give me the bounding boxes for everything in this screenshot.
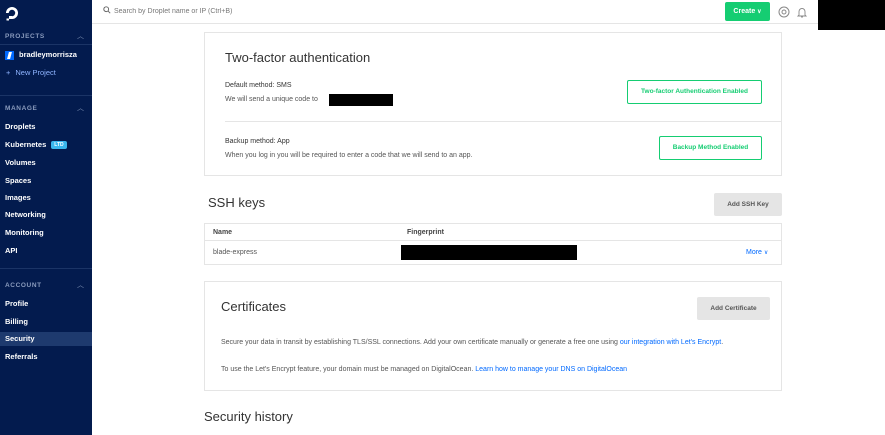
lets-encrypt-link[interactable]: our integration with Let's Encrypt [620,339,721,346]
notification-bell-icon[interactable] [796,6,808,18]
redacted-phone [329,94,393,106]
create-button[interactable]: Create ∨ [725,2,770,21]
ssh-key-name: blade-express [213,249,257,256]
divider [0,268,92,269]
sidebar-project-item[interactable]: bradleymorrisza [0,48,92,62]
sidebar-item-spaces[interactable]: Spaces [0,174,92,188]
default-method-description: We will send a unique code to [225,96,318,103]
redacted-fingerprint [401,245,577,260]
ltd-badge: LTD [51,141,67,149]
digitalocean-logo-icon[interactable] [4,5,20,21]
search-icon [103,6,111,14]
more-menu-button[interactable]: More ∨ [746,249,768,256]
plus-icon: + [6,68,11,77]
help-icon[interactable] [778,6,790,18]
sidebar-item-profile[interactable]: Profile [0,297,92,311]
new-project-label: New Project [15,68,56,77]
sidebar-item-security[interactable]: Security [0,332,92,346]
certificates-note: To use the Let's Encrypt feature, your d… [221,366,627,373]
sidebar-item-label: Kubernetes [5,140,47,149]
chevron-down-icon: ∨ [763,250,769,256]
manage-dns-link[interactable]: Learn how to manage your DNS on DigitalO… [475,366,627,373]
more-label: More [746,249,762,256]
certificates-card: Certificates Add Certificate Secure your… [204,281,782,391]
column-header-name: Name [213,229,233,236]
divider [0,44,92,45]
ssh-keys-table: Name Fingerprint blade-express More ∨ [204,223,782,265]
certificates-note-text: To use the Let's Encrypt feature, your d… [221,366,476,373]
sidebar-item-referrals[interactable]: Referrals [0,350,92,364]
manage-section-label: MANAGE [5,105,38,112]
sidebar-item-images[interactable]: Images [0,191,92,205]
default-method-label: Default method: SMS [225,82,292,89]
create-label: Create [733,8,756,15]
sidebar-item-billing[interactable]: Billing [0,315,92,329]
divider [225,121,781,122]
certificates-description-suffix: . [721,339,724,346]
divider [0,95,92,96]
security-history-title: Security history [204,409,293,424]
divider [205,240,781,241]
top-bar: Create ∨ [92,0,885,24]
sidebar-item-networking[interactable]: Networking [0,208,92,222]
sidebar-item-kubernetes[interactable]: Kubernetes LTD [0,138,92,152]
sidebar-item-volumes[interactable]: Volumes [0,156,92,170]
certificates-description-text: Secure your data in transit by establish… [221,339,620,346]
backup-method-enabled-button[interactable]: Backup Method Enabled [659,136,762,160]
sidebar-item-droplets[interactable]: Droplets [0,120,92,134]
add-ssh-key-button[interactable]: Add SSH Key [714,193,782,216]
add-certificate-button[interactable]: Add Certificate [697,297,770,320]
two-factor-title: Two-factor authentication [225,50,371,65]
projects-section-label: PROJECTS [5,33,45,40]
account-collapse-chevron-icon[interactable]: ︿ [77,280,84,290]
column-header-fingerprint: Fingerprint [407,229,444,236]
two-factor-enabled-button[interactable]: Two-factor Authentication Enabled [627,80,762,104]
certificates-description: Secure your data in transit by establish… [221,337,761,348]
sidebar-item-api[interactable]: API [0,244,92,258]
backup-method-description: When you log in you will be required to … [225,152,473,159]
chevron-down-icon: ∨ [757,9,762,15]
sidebar-item-monitoring[interactable]: Monitoring [0,226,92,240]
redacted-avatar-area [818,0,885,30]
projects-collapse-chevron-icon[interactable]: ︿ [77,31,84,41]
two-factor-card: Two-factor authentication Default method… [204,32,782,176]
manage-collapse-chevron-icon[interactable]: ︿ [77,103,84,113]
new-project-link[interactable]: + New Project [0,66,92,80]
search-input[interactable] [114,5,414,17]
certificates-title: Certificates [221,299,287,314]
account-section-label: ACCOUNT [5,282,42,289]
backup-method-label: Backup method: App [225,138,290,145]
ssh-keys-title: SSH keys [208,195,266,210]
sidebar: PROJECTS ︿ bradleymorrisza + New Project … [0,0,92,435]
